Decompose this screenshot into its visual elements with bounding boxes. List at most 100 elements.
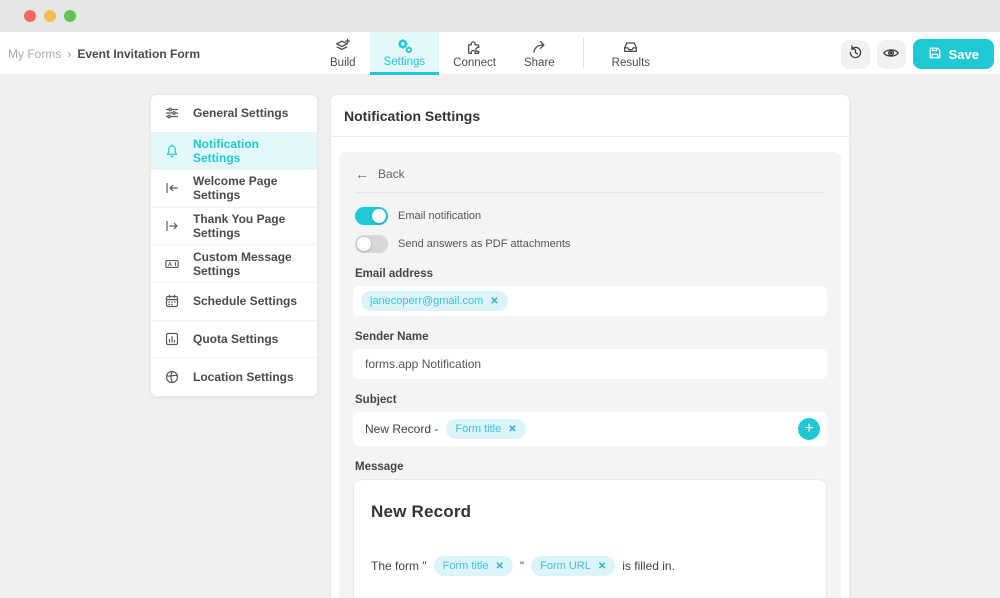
eye-icon [882,44,900,65]
close-window-icon[interactable] [24,10,36,22]
window-controls [24,10,76,22]
sidebar-item-label: Quota Settings [193,331,279,346]
breadcrumb-my-forms[interactable]: My Forms [8,47,61,61]
sender-name-input[interactable] [353,349,827,379]
sender-name-label: Sender Name [355,331,429,343]
back-button-label: Back [378,167,405,181]
tab-results[interactable]: Results [598,32,664,75]
message-body-line: The form " Form title ✕ " Form URL ✕ is … [371,556,809,576]
form-title-chip: Form title ✕ [433,556,513,576]
sidebar-item-quota-settings[interactable]: Quota Settings [151,321,317,359]
zoom-window-icon[interactable] [64,10,76,22]
sidebar-item-label: Notification Settings [193,136,259,165]
notification-settings-card: Notification Settings ← Back Email notif… [330,94,850,598]
settings-sidebar: General Settings Notification Settings W… [150,94,318,397]
toggle-knob [357,237,371,251]
tab-share[interactable]: Share [510,32,569,75]
message-quote: " [519,559,525,573]
text-box-icon: A [164,256,181,272]
form-title-chip-text: Form title [455,423,502,435]
subject-label: Subject [355,394,397,406]
tab-build[interactable]: Build [316,32,370,75]
minimize-window-icon[interactable] [44,10,56,22]
preview-button[interactable] [876,39,906,69]
history-icon [847,44,864,64]
page-title: Notification Settings [331,95,849,137]
save-icon [928,46,942,63]
chip-remove-icon[interactable]: ✕ [598,561,606,572]
sliders-icon [164,105,181,121]
email-notification-toggle-row: Email notification [355,207,825,225]
tab-results-label: Results [611,57,651,69]
breadcrumb-form-name: Event Invitation Form [77,46,201,61]
connect-icon [466,38,483,55]
form-url-chip: Form URL ✕ [531,556,616,576]
window-titlebar [0,0,1000,32]
settings-icon [396,37,413,54]
build-icon [334,38,351,55]
bar-chart-icon [164,331,181,347]
svg-text:A: A [168,262,172,268]
tab-settings-label: Settings [383,55,426,68]
message-body-close: is filled in. [622,559,675,573]
pdf-attachments-toggle-row: Send answers as PDF attachments [355,235,825,253]
email-chip-text: janecoperr@gmail.com [370,295,484,307]
share-icon [531,38,548,55]
message-editor[interactable]: New Record The form " Form title ✕ " For… [353,479,827,598]
sidebar-item-label: Welcome Page Settings [193,174,278,203]
app-header: My Forms › Event Invitation Form Build S… [0,32,1000,75]
sidebar-item-notification-settings[interactable]: Notification Settings [151,132,317,171]
message-body-open: The form " [371,559,427,573]
header-actions: Save [840,39,994,69]
breadcrumb-separator: › [67,46,72,61]
email-address-field[interactable]: janecoperr@gmail.com ✕ [353,286,827,316]
form-url-chip-text: Form URL [540,560,591,572]
chip-remove-icon[interactable]: ✕ [508,424,516,435]
sidebar-item-label: Schedule Settings [193,294,298,309]
breadcrumb: My Forms › Event Invitation Form [8,32,200,75]
calendar-icon [164,293,181,309]
tab-build-label: Build [330,57,356,69]
pdf-attachments-toggle[interactable] [355,235,388,253]
email-notification-toggle[interactable] [355,207,388,225]
settings-page: General Settings Notification Settings W… [0,75,1000,598]
sidebar-item-label: General Settings [193,106,289,121]
back-button[interactable]: ← Back [353,164,827,192]
tab-connect-label: Connect [453,57,496,69]
sender-name-field-wrap [353,349,827,379]
sidebar-item-location-settings[interactable]: Location Settings [151,358,317,396]
message-label: Message [355,461,404,473]
message-heading: New Record [371,502,472,521]
main-tabbar: Build Settings Connect Share Results [316,32,664,75]
email-notification-toggle-label: Email notification [398,210,482,222]
panel-divider [355,192,825,193]
bell-icon [164,143,181,159]
notification-settings-panel: ← Back Email notification Send answers a… [339,152,841,598]
sidebar-item-thank-you-page-settings[interactable]: Thank You Page Settings [151,208,317,246]
chip-remove-icon[interactable]: ✕ [490,296,498,307]
email-chip: janecoperr@gmail.com ✕ [361,291,508,311]
toggle-knob [372,209,386,223]
tabbar-divider [582,38,584,69]
sidebar-item-schedule-settings[interactable]: Schedule Settings [151,283,317,321]
pdf-attachments-toggle-label: Send answers as PDF attachments [398,238,571,250]
form-title-chip-text: Form title [442,560,489,572]
save-button[interactable]: Save [912,39,994,69]
sidebar-item-label: Thank You Page Settings [193,212,286,241]
chip-remove-icon[interactable]: ✕ [495,561,503,572]
sidebar-item-custom-message-settings[interactable]: A Custom Message Settings [151,245,317,283]
history-button[interactable] [840,39,870,69]
subject-field[interactable]: New Record - Form title ✕ + [353,412,827,446]
save-button-label: Save [948,46,979,62]
tab-share-label: Share [523,57,555,69]
sidebar-item-general-settings[interactable]: General Settings [151,95,317,133]
add-field-button[interactable]: + [798,418,820,440]
exit-arrow-icon [164,218,181,234]
tab-settings[interactable]: Settings [369,32,440,75]
sidebar-item-label: Location Settings [193,369,294,384]
back-arrow-icon: ← [355,166,369,182]
tab-connect[interactable]: Connect [439,32,510,75]
subject-prefix-text: New Record - [365,422,439,436]
sidebar-item-label: Custom Message Settings [193,249,292,278]
sidebar-item-welcome-page-settings[interactable]: Welcome Page Settings [151,170,317,208]
